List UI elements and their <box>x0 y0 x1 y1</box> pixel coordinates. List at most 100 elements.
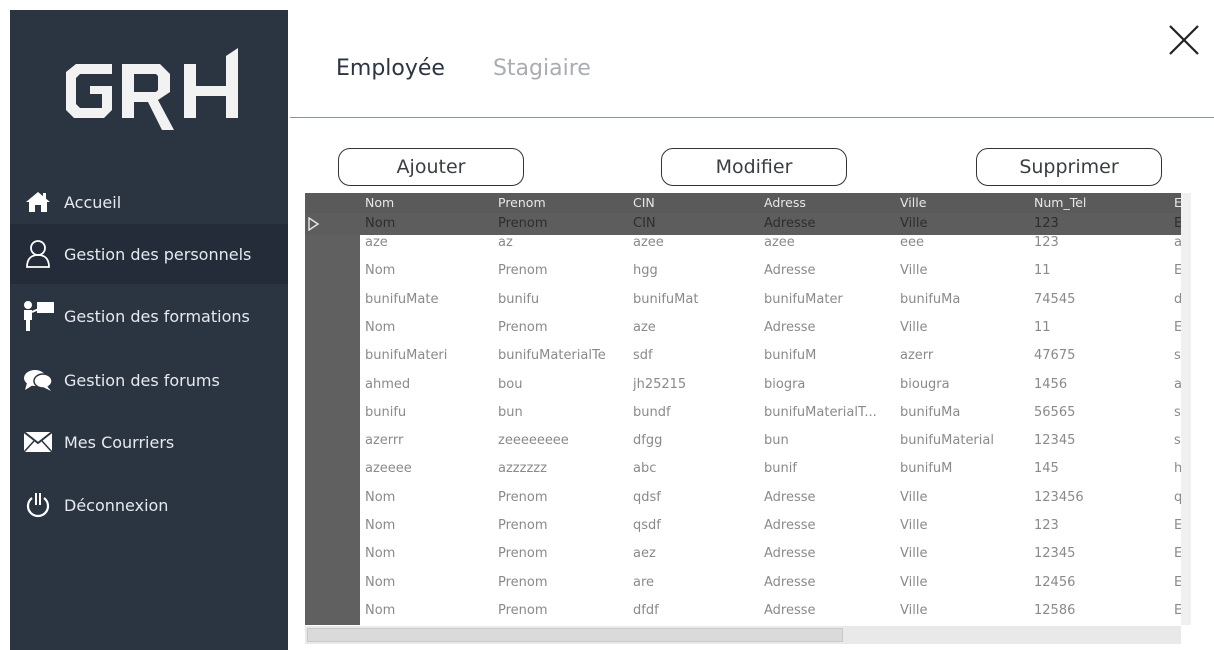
tab-stagiaire[interactable]: Stagiaire <box>493 56 591 81</box>
table-cell[interactable]: Nom <box>365 569 493 597</box>
table-cell[interactable]: Er <box>1174 257 1181 285</box>
table-cell[interactable]: 123 <box>1034 512 1168 540</box>
table-cell[interactable]: Ville <box>900 597 1028 625</box>
table-cell[interactable]: Adresse <box>764 597 894 625</box>
table-cell[interactable]: zeeeeeeee <box>498 427 628 455</box>
table-cell[interactable]: Ville <box>900 569 1028 597</box>
edit-button[interactable]: Modifier <box>661 148 847 186</box>
table-cell[interactable]: Nom <box>365 597 493 625</box>
table-cell[interactable]: Nom <box>365 484 493 512</box>
table-cell[interactable]: bunifuMaterial <box>900 427 1028 455</box>
table-cell[interactable]: 74545 <box>1034 286 1168 314</box>
table-cell[interactable]: bunifu <box>498 286 628 314</box>
table-cell[interactable]: 123456 <box>1034 484 1168 512</box>
table-cell[interactable]: aze <box>365 229 493 257</box>
table-cell[interactable]: 47675 <box>1034 342 1168 370</box>
table-cell[interactable]: Er <box>1174 512 1181 540</box>
column-header[interactable]: Ville <box>900 193 1028 213</box>
table-cell[interactable]: azeeee <box>365 455 493 483</box>
table-cell[interactable]: qdsf <box>633 484 759 512</box>
table-cell[interactable]: bunifuM <box>900 455 1028 483</box>
table-cell[interactable]: hl <box>1174 455 1181 483</box>
sidebar-item-deconnexion[interactable]: Déconnexion <box>10 475 288 535</box>
close-button[interactable] <box>1164 20 1204 60</box>
horizontal-scrollbar[interactable] <box>305 626 1181 644</box>
table-cell[interactable]: bunifu <box>365 399 493 427</box>
table-cell[interactable]: bunif <box>764 455 894 483</box>
table-cell[interactable]: Ville <box>900 484 1028 512</box>
table-cell[interactable]: Er <box>1174 540 1181 568</box>
table-cell[interactable]: bun <box>764 427 894 455</box>
table-cell[interactable]: 1456 <box>1034 371 1168 399</box>
column-header[interactable]: CIN <box>633 193 759 213</box>
vertical-scrollbar[interactable] <box>1181 193 1191 625</box>
table-cell[interactable]: Ville <box>900 540 1028 568</box>
table-cell[interactable]: bunifuMateri <box>365 342 493 370</box>
table-cell[interactable]: Prenom <box>498 569 628 597</box>
table-cell[interactable]: Adresse <box>764 314 894 342</box>
table-cell[interactable]: Adresse <box>764 484 894 512</box>
table-cell[interactable]: azee <box>764 229 894 257</box>
table-cell[interactable]: aze <box>633 314 759 342</box>
table-cell[interactable]: Prenom <box>498 257 628 285</box>
table-cell[interactable]: dfdf <box>633 597 759 625</box>
table-cell[interactable]: qc <box>1174 484 1181 512</box>
scrollbar-thumb[interactable] <box>307 628 843 642</box>
employee-table[interactable]: Nom Prenom CIN Adress Ville Num_Tel E Nom Preno… <box>305 193 1181 625</box>
table-cell[interactable]: bunifuMat <box>633 286 759 314</box>
table-cell[interactable]: Prenom <box>498 484 628 512</box>
table-cell[interactable]: az <box>1174 229 1181 257</box>
table-cell[interactable]: ahmed <box>365 371 493 399</box>
table-cell[interactable]: bunifuMate <box>365 286 493 314</box>
table-cell[interactable]: Prenom <box>498 314 628 342</box>
delete-button[interactable]: Supprimer <box>976 148 1162 186</box>
table-cell[interactable]: sc <box>1174 427 1181 455</box>
table-cell[interactable]: azerrr <box>365 427 493 455</box>
table-cell[interactable]: Er <box>1174 597 1181 625</box>
table-cell[interactable]: azee <box>633 229 759 257</box>
table-cell[interactable]: az <box>1174 371 1181 399</box>
table-cell[interactable]: 12586 <box>1034 597 1168 625</box>
table-cell[interactable]: Nom <box>365 540 493 568</box>
table-cell[interactable]: are <box>633 569 759 597</box>
table-cell[interactable]: Prenom <box>498 597 628 625</box>
column-header[interactable]: Adress <box>764 193 894 213</box>
table-cell[interactable]: Adresse <box>764 569 894 597</box>
add-button[interactable]: Ajouter <box>338 148 524 186</box>
table-cell[interactable]: jh25215 <box>633 371 759 399</box>
table-cell[interactable]: bundf <box>633 399 759 427</box>
table-cell[interactable]: Ville <box>900 512 1028 540</box>
column-header[interactable]: E <box>1174 193 1181 213</box>
table-cell[interactable]: sdf <box>633 342 759 370</box>
table-cell[interactable]: bunifuMa <box>900 286 1028 314</box>
table-cell[interactable]: Prenom <box>498 540 628 568</box>
table-cell[interactable]: dfgg <box>633 427 759 455</box>
table-cell[interactable]: Ville <box>900 314 1028 342</box>
table-cell[interactable]: bunifuMater <box>764 286 894 314</box>
table-cell[interactable]: bunifuMaterialTe <box>498 342 628 370</box>
column-header[interactable]: Nom <box>365 193 493 213</box>
table-cell[interactable]: Nom <box>365 314 493 342</box>
table-cell[interactable]: 56565 <box>1034 399 1168 427</box>
sidebar-item-gestion-personnels[interactable]: Gestion des personnels <box>10 224 288 284</box>
table-cell[interactable]: dc <box>1174 286 1181 314</box>
sidebar-item-accueil[interactable]: Accueil <box>10 172 288 232</box>
table-cell[interactable]: 12345 <box>1034 540 1168 568</box>
table-cell[interactable]: Adresse <box>764 257 894 285</box>
table-cell[interactable]: bunifuMa <box>900 399 1028 427</box>
table-cell[interactable]: 11 <box>1034 314 1168 342</box>
table-cell[interactable]: eee <box>900 229 1028 257</box>
table-cell[interactable]: 12345 <box>1034 427 1168 455</box>
table-cell[interactable]: Nom <box>365 257 493 285</box>
table-cell[interactable]: aez <box>633 540 759 568</box>
table-cell[interactable]: sf <box>1174 399 1181 427</box>
table-cell[interactable]: bunifuMaterialT... <box>764 399 894 427</box>
table-cell[interactable]: azzzzzz <box>498 455 628 483</box>
table-cell[interactable]: Prenom <box>498 512 628 540</box>
table-cell[interactable]: Nom <box>365 512 493 540</box>
sidebar-item-gestion-formations[interactable]: Gestion des formations <box>10 286 288 346</box>
sidebar-item-mes-courriers[interactable]: Mes Courriers <box>10 412 288 472</box>
table-cell[interactable]: 145 <box>1034 455 1168 483</box>
table-cell[interactable]: Er <box>1174 569 1181 597</box>
table-cell[interactable]: hgg <box>633 257 759 285</box>
